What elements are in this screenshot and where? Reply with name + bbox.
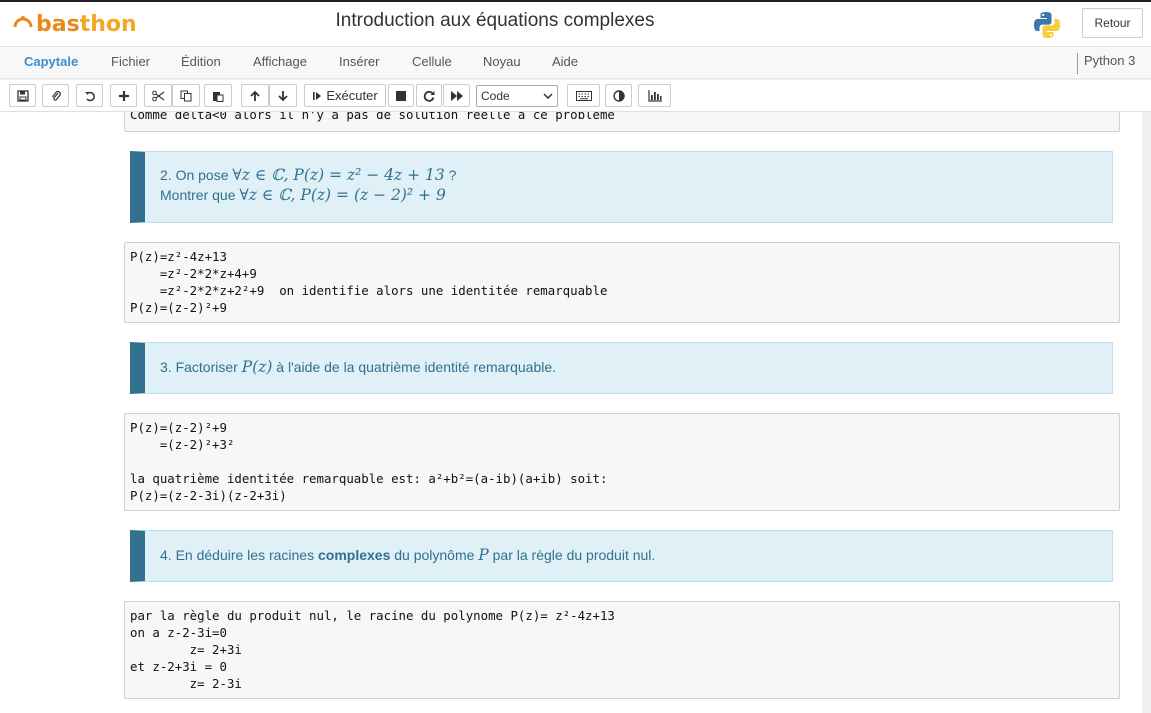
chart-icon: [647, 89, 662, 102]
question-text: par la règle du produit nul.: [488, 547, 656, 563]
math-expression: P: [478, 546, 489, 564]
toolbar: Exécuter Code: [0, 80, 1151, 112]
code-text: P(z)=z²-4z+13 =z²-2*2*z+4+9 =z²-2*2*z+2²…: [130, 249, 608, 315]
keyboard-button[interactable]: [567, 84, 600, 107]
move-up-button[interactable]: [241, 84, 269, 107]
menu-fichier[interactable]: Fichier: [111, 54, 150, 69]
copy-icon: [180, 90, 192, 101]
save-button[interactable]: [9, 84, 36, 107]
question-2-line-2: Montrer que ∀z ∈ ℂ, P(z) = (z − 2)² + 9: [160, 185, 1097, 205]
menu-affichage[interactable]: Affichage: [253, 54, 307, 69]
header: basthon Introduction aux équations compl…: [0, 0, 1151, 46]
save-icon: [16, 89, 29, 102]
question-2-line-1: 2. On pose ∀z ∈ ℂ, P(z) = z² − 4z + 13 ?: [160, 165, 1097, 185]
code-cell-answer-2[interactable]: P(z)=z²-4z+13 =z²-2*2*z+4+9 =z²-2*2*z+2²…: [124, 242, 1120, 323]
menu-inserer[interactable]: Insérer: [339, 54, 379, 69]
theme-toggle-button[interactable]: [605, 84, 632, 107]
move-down-icon: [278, 90, 288, 101]
add-cell-button[interactable]: [110, 84, 137, 107]
chevron-down-icon: [543, 93, 553, 99]
menu-edition[interactable]: Édition: [181, 54, 221, 69]
cut-icon: [151, 90, 164, 101]
code-text: par la règle du produit nul, le racine d…: [130, 608, 615, 691]
restart-button[interactable]: [416, 84, 442, 107]
paste-button[interactable]: [204, 84, 232, 107]
paste-icon: [213, 91, 224, 102]
math-expression: P(z): [241, 358, 273, 376]
notebook-title[interactable]: Introduction aux équations complexes: [0, 10, 990, 32]
code-cell-answer-3[interactable]: P(z)=(z-2)²+9 =(z-2)²+3² la quatrième id…: [124, 413, 1120, 511]
question-text-bold: complexes: [317, 547, 391, 563]
question-text: ?: [444, 167, 457, 183]
kernel-indicator[interactable]: Python 3: [1077, 53, 1135, 74]
code-text: P(z)=(z-2)²+9 =(z-2)²+3² la quatrième id…: [130, 420, 608, 503]
markdown-cell-question-2[interactable]: 2. On pose ∀z ∈ ℂ, P(z) = z² − 4z + 13 ?…: [130, 151, 1113, 223]
run-all-icon: [450, 90, 463, 101]
question-text: 2. On pose: [160, 167, 233, 183]
add-cell-icon: [118, 90, 129, 101]
notebook-area[interactable]: Comme delta<0 alors il n'y a pas de solu…: [0, 112, 1151, 713]
python-logo-icon: [1034, 12, 1060, 38]
math-expression: ∀z ∈ ℂ, P(z) = z² − 4z + 13: [232, 166, 445, 184]
copy-button[interactable]: [172, 84, 200, 107]
run-label: Exécuter: [326, 88, 378, 103]
stop-icon: [396, 90, 406, 101]
code-cell-partial[interactable]: Comme delta<0 alors il n'y a pas de solu…: [124, 112, 1120, 132]
run-icon: [313, 91, 322, 100]
move-up-icon: [250, 90, 260, 101]
code-cell-answer-4[interactable]: par la règle du produit nul, le racine d…: [124, 601, 1120, 699]
attach-icon: [51, 90, 61, 101]
contrast-icon: [612, 89, 625, 102]
markdown-cell-question-3[interactable]: 3. Factoriser P(z) à l'aide de la quatri…: [130, 342, 1113, 394]
menubar: Capytale Fichier Édition Affichage Insér…: [0, 46, 1151, 79]
question-text: du polynôme: [390, 547, 479, 563]
stop-button[interactable]: [388, 84, 414, 107]
move-down-button[interactable]: [269, 84, 297, 107]
chart-button[interactable]: [638, 84, 671, 107]
notebook-page: Comme delta<0 alors il n'y a pas de solu…: [0, 112, 1142, 713]
undo-icon: [84, 91, 95, 101]
question-text: à l'aide de la quatrième identité remarq…: [272, 359, 557, 375]
run-button[interactable]: Exécuter: [304, 84, 386, 107]
cell-type-value: Code: [481, 89, 510, 103]
menu-aide[interactable]: Aide: [552, 54, 578, 69]
cut-button[interactable]: [144, 84, 172, 107]
run-all-button[interactable]: [443, 84, 470, 107]
keyboard-icon: [575, 90, 592, 101]
question-text: 4. En déduire les racines: [160, 547, 318, 563]
restart-icon: [423, 90, 435, 102]
menu-capytale[interactable]: Capytale: [24, 54, 78, 69]
scrollbar[interactable]: [1142, 112, 1151, 713]
menu-noyau[interactable]: Noyau: [483, 54, 521, 69]
back-button[interactable]: Retour: [1082, 8, 1143, 38]
menu-cellule[interactable]: Cellule: [412, 54, 452, 69]
question-text: 3. Factoriser: [160, 359, 242, 375]
math-expression: ∀z ∈ ℂ, P(z) = (z − 2)² + 9: [239, 186, 446, 204]
undo-button[interactable]: [76, 84, 103, 107]
markdown-cell-question-4[interactable]: 4. En déduire les racines complexes du p…: [130, 530, 1113, 582]
question-text: Montrer que: [160, 187, 240, 203]
attach-button[interactable]: [42, 84, 69, 107]
code-text: Comme delta<0 alors il n'y a pas de solu…: [130, 112, 615, 122]
cell-type-select[interactable]: Code: [476, 85, 558, 107]
